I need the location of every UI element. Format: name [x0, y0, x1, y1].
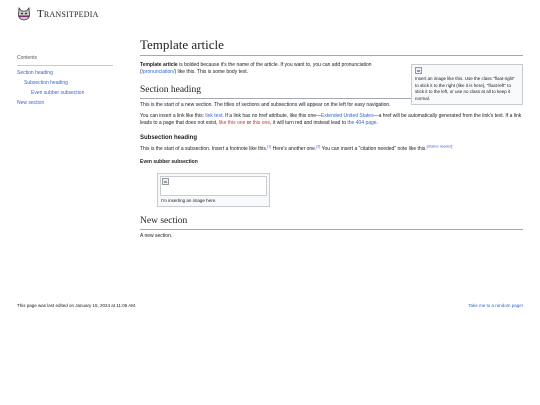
toc-item-new-section[interactable]: New section	[17, 100, 113, 107]
article-content: Template article Insert an image like th…	[140, 37, 523, 244]
last-edited-text: This page was last edited on January 15,…	[17, 303, 137, 308]
red-link-1[interactable]: like this one	[219, 120, 245, 126]
extended-us-link[interactable]: Extended United States	[321, 113, 374, 119]
citation-needed-link[interactable]: [citation needed]	[427, 145, 453, 149]
404-page-link[interactable]: the 404 page	[347, 120, 376, 126]
link-text-link[interactable]: link text	[205, 113, 222, 119]
toc-item-subsection-heading[interactable]: Subsection heading	[17, 80, 113, 87]
even-subber-subsection-heading: Even subber subsection	[140, 159, 198, 166]
float-image-caption: Insert an image like this. Use the class…	[415, 76, 515, 101]
toc-item-even-subber-subsection[interactable]: Even subber subsection	[17, 90, 113, 97]
subsection-paragraph: This is the start of a subsection. Inser…	[140, 144, 453, 153]
subsection-heading: Subsection heading	[140, 135, 198, 142]
thumbnail-image	[160, 175, 267, 196]
thumbnail-caption: I'm inserting an image here.	[161, 197, 217, 203]
red-link-2[interactable]: this one	[253, 120, 271, 126]
section-paragraph-2: You can insert a link like this: link te…	[140, 112, 522, 127]
intro-bold: Template article	[140, 61, 178, 68]
table-of-contents: Contents Section heading Subsection head…	[17, 55, 113, 110]
page-footer: This page was last edited on January 15,…	[17, 303, 523, 308]
broken-image-icon	[415, 66, 422, 74]
new-section-heading: New section	[140, 215, 523, 230]
site-name[interactable]: Transitpedia	[37, 8, 99, 20]
site-header: Transitpedia	[17, 7, 99, 21]
cat-icon[interactable]	[17, 7, 31, 21]
broken-image-icon	[162, 177, 169, 185]
image-thumbnail: I'm inserting an image here.	[157, 172, 270, 208]
new-section-paragraph: A new section.	[140, 232, 173, 239]
toc-item-section-heading[interactable]: Section heading	[17, 70, 113, 77]
page-title: Template article	[140, 37, 523, 56]
pronunciation-link[interactable]: /pronunciation/	[142, 69, 175, 75]
random-page-link[interactable]: Take me to a random page!	[468, 303, 523, 308]
toc-title: Contents	[17, 55, 113, 66]
float-image-box: Insert an image like this. Use the class…	[411, 63, 523, 106]
